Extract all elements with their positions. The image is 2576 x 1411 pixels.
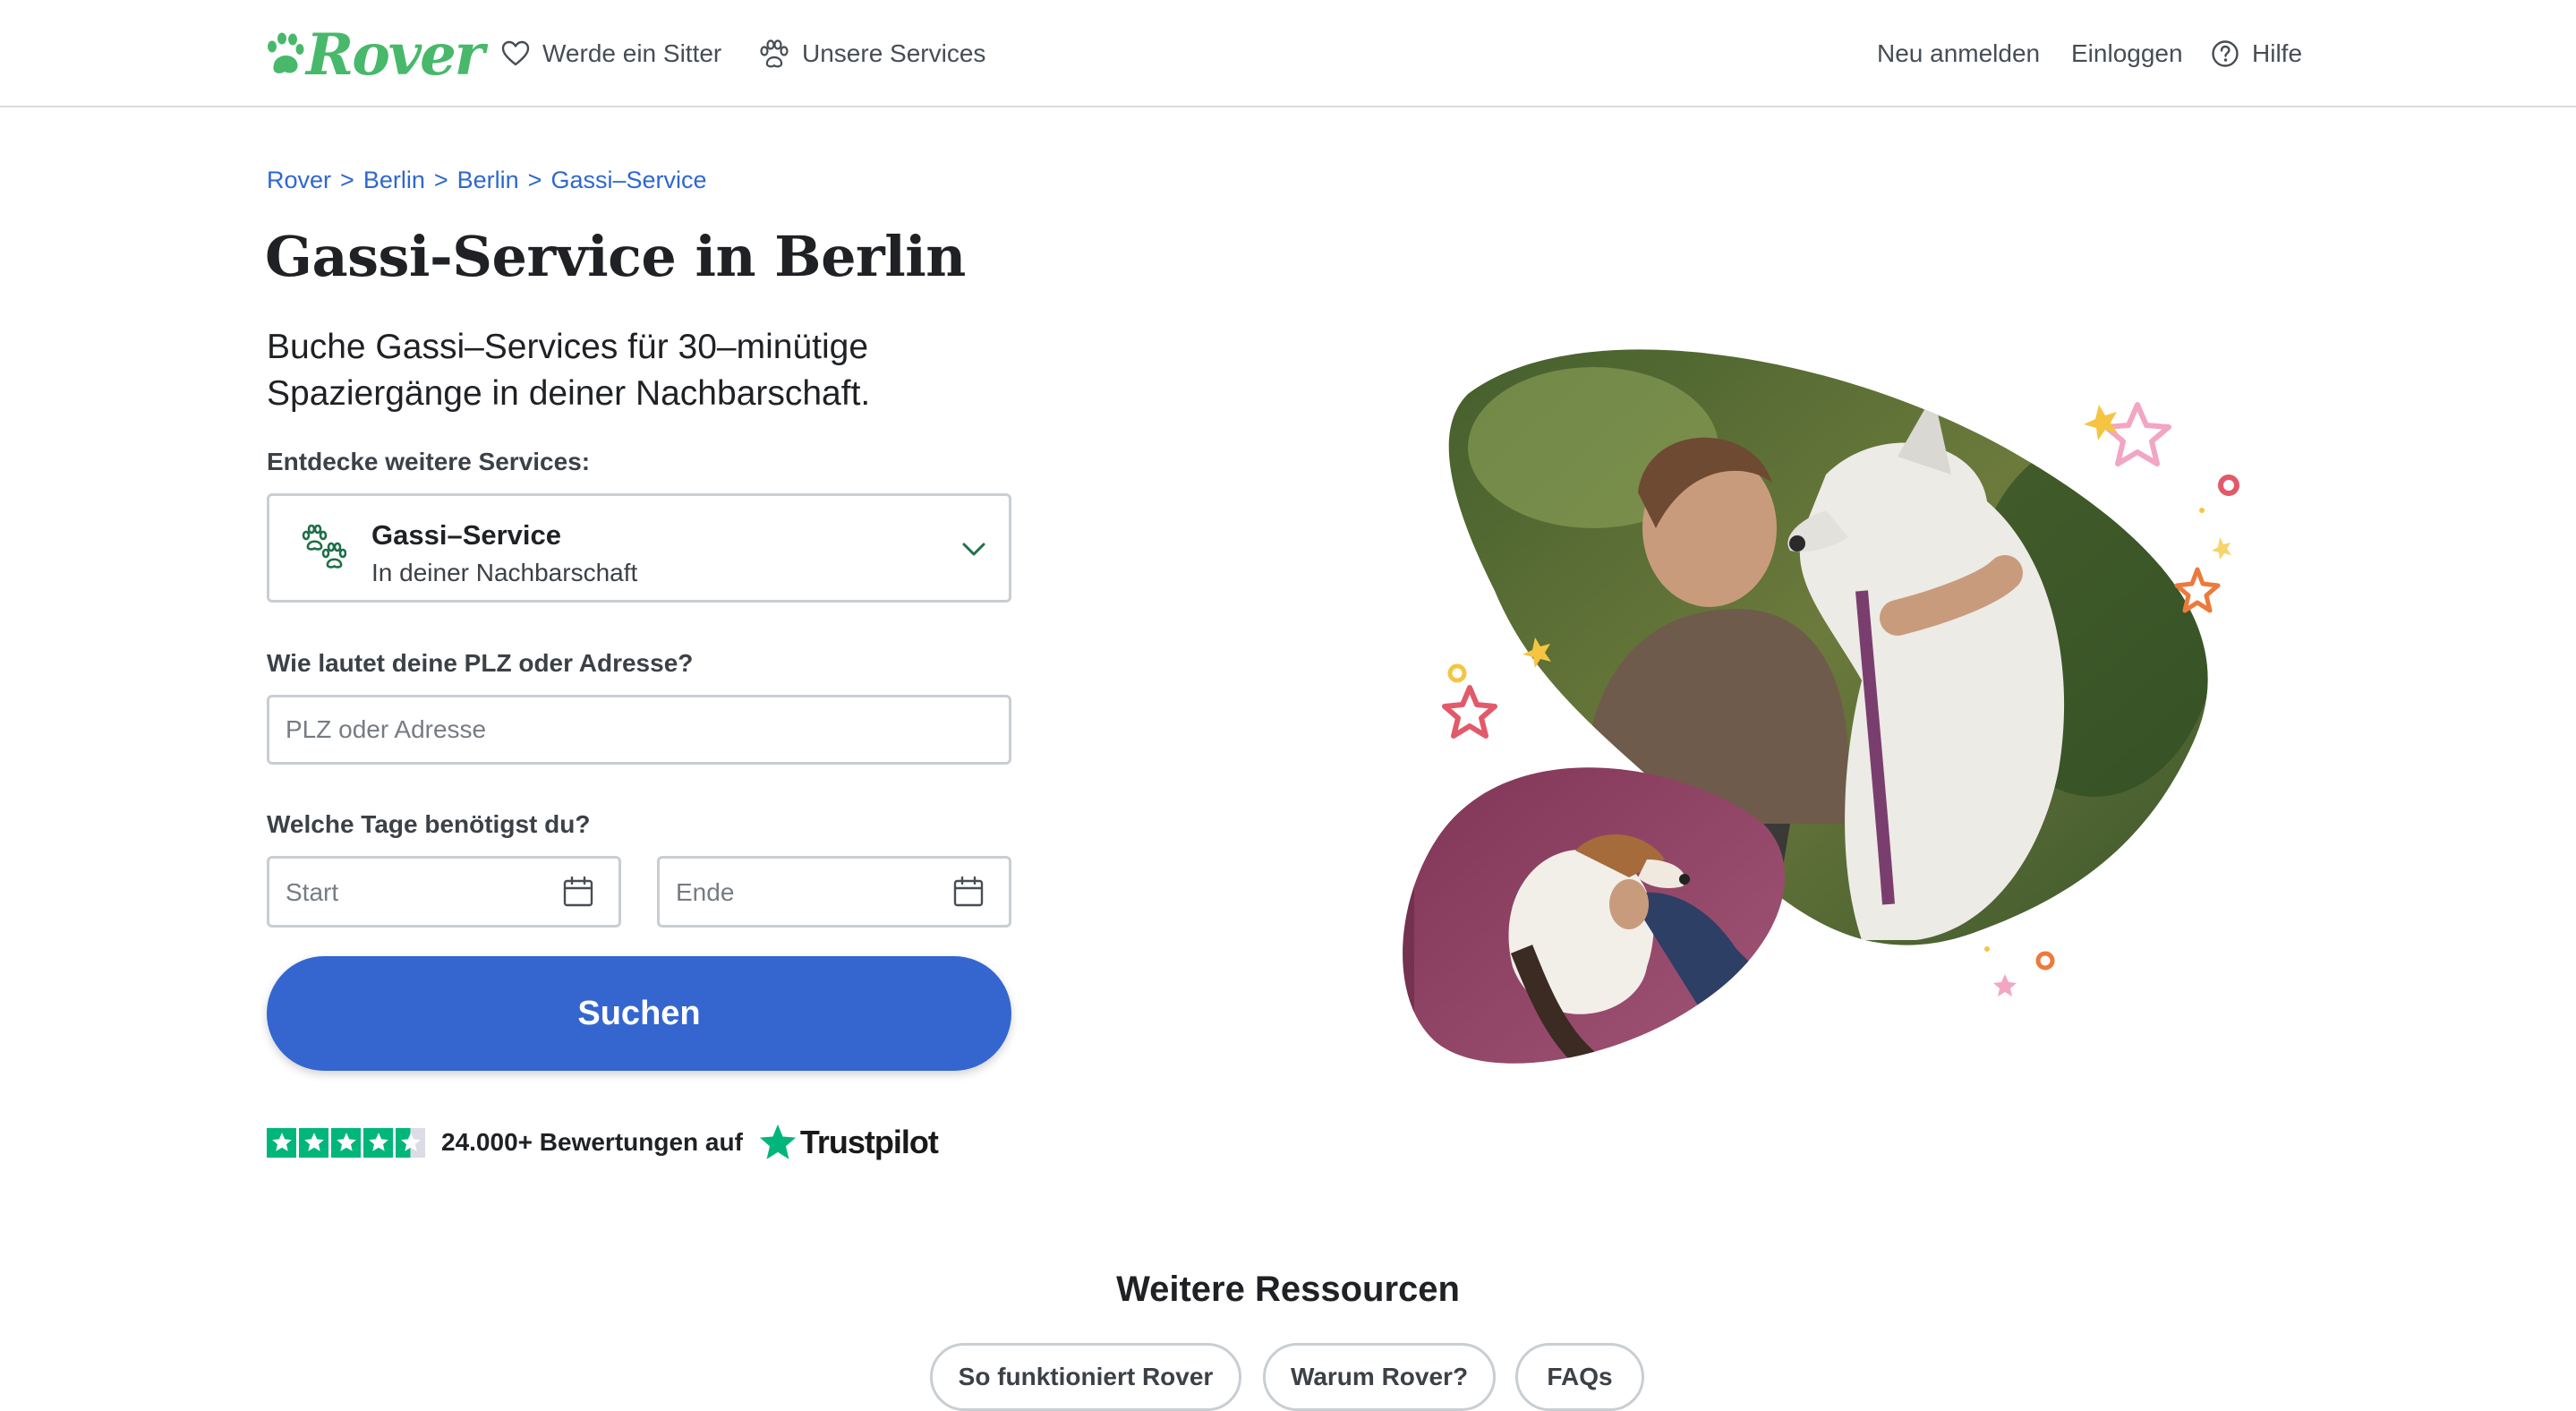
dates-label: Welche Tage benötigst du? bbox=[267, 810, 591, 838]
service-dropdown[interactable]: Gassi–Service In deiner Nachbarschaft bbox=[267, 493, 1011, 603]
rover-logo[interactable]: Rover bbox=[265, 21, 484, 90]
star-icon bbox=[299, 1127, 328, 1158]
nav-become-sitter-label: Werde ein Sitter bbox=[542, 39, 722, 67]
service-subtitle: In deiner Nachbarschaft bbox=[371, 559, 638, 586]
nav-help-label: Hilfe bbox=[2252, 39, 2303, 67]
breadcrumb-gassi-service[interactable]: Gassi–Service bbox=[550, 167, 706, 194]
half-star-icon bbox=[396, 1127, 425, 1158]
calendar-icon bbox=[563, 877, 593, 907]
trustpilot-logo: Trustpilot bbox=[757, 1122, 939, 1163]
star-icon bbox=[267, 1127, 296, 1158]
nav-login-label: Einloggen bbox=[2071, 39, 2183, 67]
resource-link-why-rover[interactable]: Warum Rover? bbox=[1263, 1343, 1496, 1411]
breadcrumb: Rover > Berlin > Berlin > Gassi–Service bbox=[267, 167, 707, 194]
nav-sign-up-label: Neu anmelden bbox=[1877, 39, 2041, 67]
start-date-placeholder: Start bbox=[286, 878, 339, 906]
dog-walking-paws-icon bbox=[302, 525, 346, 569]
address-input[interactable] bbox=[267, 695, 1011, 765]
review-count-text: 24.000+ Bewertungen auf bbox=[441, 1128, 743, 1156]
chevron-down-icon bbox=[962, 543, 985, 556]
address-label: Wie lautet deine PLZ oder Adresse? bbox=[267, 649, 694, 677]
breadcrumb-berlin-region[interactable]: Berlin bbox=[363, 167, 425, 194]
help-circle-icon bbox=[2212, 40, 2239, 67]
calendar-icon bbox=[953, 877, 984, 907]
rating-stars bbox=[267, 1127, 425, 1158]
site-header: Rover Werde ein Sitter Unsere Services N… bbox=[0, 0, 2576, 107]
resources-title: Weitere Ressourcen bbox=[1116, 1270, 1460, 1309]
resource-link-how-it-works[interactable]: So funktioniert Rover bbox=[930, 1343, 1241, 1411]
trustpilot-star-icon bbox=[759, 1124, 797, 1159]
search-button[interactable]: Suchen bbox=[267, 956, 1011, 1071]
services-label: Entdecke weitere Services: bbox=[267, 448, 591, 475]
breadcrumb-separator: > bbox=[433, 167, 448, 193]
nav-sign-up[interactable]: Neu anmelden bbox=[1877, 32, 2040, 75]
nav-help[interactable]: Hilfe bbox=[2211, 32, 2302, 75]
nav-become-sitter[interactable]: Werde ein Sitter bbox=[501, 32, 721, 75]
start-date-field[interactable]: Start bbox=[267, 856, 621, 928]
paw-logo-icon bbox=[268, 32, 304, 73]
breadcrumb-rover[interactable]: Rover bbox=[267, 167, 331, 194]
end-date-placeholder: Ende bbox=[676, 878, 735, 906]
trustpilot-wordmark: Trustpilot bbox=[799, 1124, 939, 1160]
resource-link-faqs[interactable]: FAQs bbox=[1515, 1343, 1644, 1411]
breadcrumb-berlin-city[interactable]: Berlin bbox=[457, 167, 519, 194]
paw-icon bbox=[760, 39, 789, 68]
nav-login[interactable]: Einloggen bbox=[2071, 32, 2183, 75]
page-title: Gassi-Service in Berlin bbox=[265, 224, 966, 289]
heart-icon bbox=[501, 40, 530, 66]
end-date-field[interactable]: Ende bbox=[657, 856, 1011, 928]
star-icon bbox=[331, 1127, 361, 1158]
hero-image bbox=[1403, 349, 2239, 1064]
trustpilot-rating[interactable]: 24.000+ Bewertungen auf Trustpilot bbox=[267, 1114, 939, 1171]
nav-our-services-label: Unsere Services bbox=[802, 39, 986, 67]
star-icon bbox=[363, 1127, 393, 1158]
page-subtitle: Buche Gassi–Services für 30–minütige Spa… bbox=[267, 328, 871, 413]
service-name: Gassi–Service bbox=[371, 519, 562, 551]
nav-our-services[interactable]: Unsere Services bbox=[759, 32, 985, 75]
breadcrumb-separator: > bbox=[340, 167, 354, 193]
logo-wordmark: Rover bbox=[306, 21, 484, 89]
breadcrumb-separator: > bbox=[527, 167, 542, 193]
